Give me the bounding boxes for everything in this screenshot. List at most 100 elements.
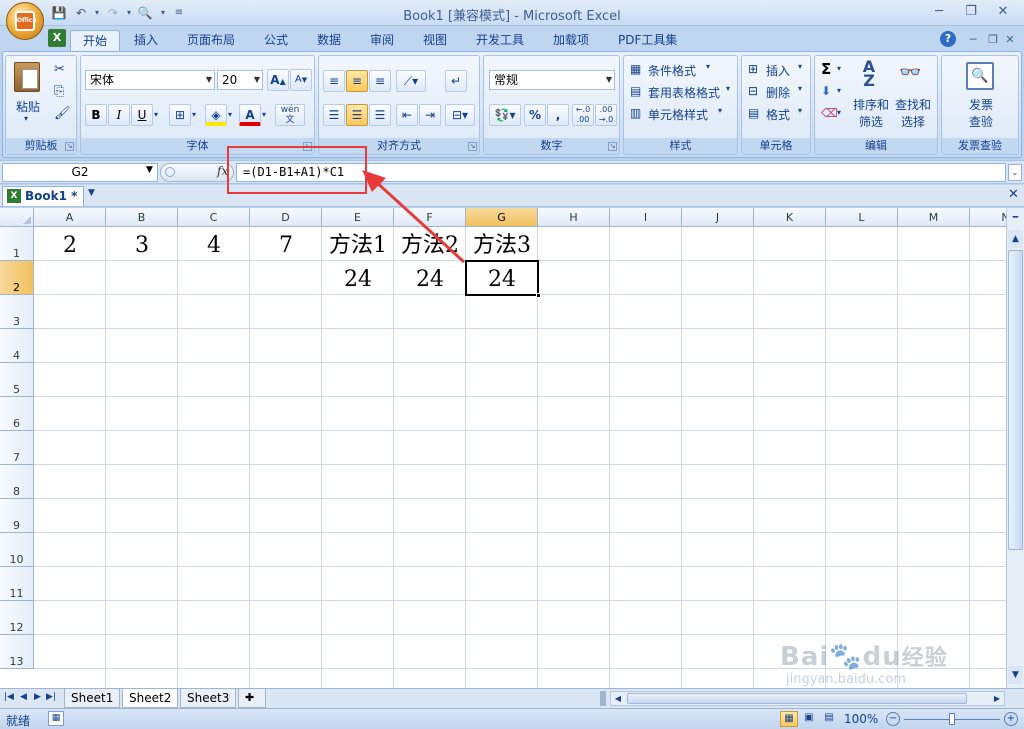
row-header-5[interactable]: 5	[0, 363, 34, 397]
decrease-indent-icon[interactable]: ⇤	[396, 104, 418, 126]
row-header-1[interactable]: 1	[0, 227, 34, 261]
scroll-right-icon[interactable]: ▶	[990, 692, 1004, 705]
delete-cells-button[interactable]: 删除	[766, 84, 790, 101]
clipboard-launcher-icon[interactable]: ↘	[65, 142, 74, 151]
font-color-icon[interactable]: A	[239, 104, 261, 126]
formula-bar-handle-icon[interactable]	[165, 167, 175, 177]
sheet-tab-3[interactable]: Sheet3	[180, 689, 237, 708]
find-select-label-2[interactable]: 选择	[893, 113, 933, 130]
tab-formulas[interactable]: 公式	[252, 30, 300, 51]
autosum-icon[interactable]: Σ	[821, 60, 831, 78]
increase-indent-icon[interactable]: ⇥	[419, 104, 441, 126]
cell-d1[interactable]: 7	[250, 229, 322, 263]
format-as-table-dropdown-icon[interactable]: ▾	[726, 84, 730, 93]
scroll-up-icon[interactable]: ▲	[1008, 230, 1023, 248]
row-header-2[interactable]: 2	[0, 261, 34, 295]
bold-button[interactable]: B	[85, 104, 107, 126]
phonetic-guide-icon[interactable]: wén 文	[275, 104, 305, 126]
paste-icon[interactable]	[14, 62, 40, 92]
fill-dropdown-icon[interactable]: ▾	[837, 86, 841, 95]
format-as-table-button[interactable]: 套用表格格式	[648, 84, 720, 101]
sort-filter-icon[interactable]: AZ	[855, 59, 883, 90]
fill-icon[interactable]: ⬇	[821, 84, 831, 98]
sort-filter-label-1[interactable]: 排序和	[851, 96, 891, 113]
normal-view-icon[interactable]: ▦	[780, 711, 798, 727]
align-left-icon[interactable]: ☰	[323, 104, 345, 126]
font-size-combo[interactable]: 20 ▼	[217, 70, 263, 90]
vertical-scrollbar[interactable]: ━ ▲ ▼	[1006, 208, 1024, 688]
zoom-out-icon[interactable]: −	[886, 712, 900, 726]
format-cells-icon[interactable]: ▤	[748, 106, 759, 120]
insert-cells-button[interactable]: 插入	[766, 62, 790, 79]
workbook-tab-dropdown-icon[interactable]: ▼	[88, 188, 95, 198]
invoice-check-label-2[interactable]: 查验	[942, 113, 1020, 130]
paste-label[interactable]: 粘贴	[10, 98, 46, 115]
percent-style-button[interactable]: %	[524, 104, 546, 126]
font-color-dropdown-icon[interactable]: ▾	[262, 110, 266, 119]
minimize-button[interactable]: ─	[926, 2, 952, 22]
horizontal-scroll-thumb[interactable]	[627, 693, 967, 704]
macro-record-icon[interactable]: ▦	[48, 711, 64, 726]
name-box[interactable]: G2	[2, 163, 158, 182]
office-button[interactable]: Office	[6, 2, 44, 40]
conditional-format-dropdown-icon[interactable]: ▾	[706, 62, 710, 71]
row-header-8[interactable]: 8	[0, 465, 34, 499]
scroll-down-icon[interactable]: ▼	[1008, 666, 1023, 684]
wrap-text-icon[interactable]: ↵	[445, 70, 467, 92]
find-select-icon[interactable]: 👓	[899, 62, 921, 83]
restore-button[interactable]: ❐	[958, 2, 984, 22]
row-header-6[interactable]: 6	[0, 397, 34, 431]
row-header-10[interactable]: 10	[0, 533, 34, 567]
cell-styles-icon[interactable]: ▥	[630, 106, 641, 120]
grow-font-icon[interactable]: A▲	[267, 69, 289, 91]
cell-styles-button[interactable]: 单元格样式	[648, 106, 708, 123]
alignment-launcher-icon[interactable]: ↘	[468, 142, 477, 151]
cell-b1[interactable]: 3	[106, 229, 178, 263]
decrease-decimal-icon[interactable]: .00 →.0	[595, 104, 617, 126]
row-header-4[interactable]: 4	[0, 329, 34, 363]
save-icon[interactable]: 💾	[50, 4, 68, 22]
conditional-format-icon[interactable]: ▦	[630, 62, 641, 76]
tab-data[interactable]: 数据	[305, 30, 353, 51]
align-bottom-icon[interactable]: ≡	[369, 70, 391, 92]
row-header-7[interactable]: 7	[0, 431, 34, 465]
first-sheet-icon[interactable]: |◀	[4, 692, 14, 702]
paste-dropdown-icon[interactable]: ▾	[24, 114, 28, 123]
accounting-format-icon[interactable]: 💱▾	[489, 104, 521, 126]
clear-dropdown-icon[interactable]: ▾	[837, 108, 841, 117]
insert-cells-icon[interactable]: ⊞	[748, 62, 758, 76]
sheet-tab-2[interactable]: Sheet2	[122, 689, 179, 708]
increase-decimal-icon[interactable]: ←.0.00	[572, 104, 594, 126]
tab-review[interactable]: 审阅	[358, 30, 406, 51]
column-header-m[interactable]: M	[898, 208, 970, 227]
help-icon[interactable]: ?	[940, 31, 956, 47]
tab-pdf-tools[interactable]: PDF工具集	[606, 30, 689, 51]
italic-button[interactable]: I	[108, 104, 130, 126]
clear-icon[interactable]: ⌫	[821, 106, 838, 120]
align-middle-icon[interactable]: ≡	[346, 70, 368, 92]
column-header-c[interactable]: C	[178, 208, 250, 227]
borders-icon[interactable]: ⊞	[169, 104, 191, 126]
orientation-icon[interactable]: ⟋▾	[396, 70, 426, 92]
column-header-i[interactable]: I	[610, 208, 682, 227]
fill-color-icon[interactable]: ◈	[205, 104, 227, 126]
tab-view[interactable]: 视图	[411, 30, 459, 51]
delete-cells-icon[interactable]: ⊟	[748, 84, 758, 98]
column-header-k[interactable]: K	[754, 208, 826, 227]
autosum-dropdown-icon[interactable]: ▾	[837, 64, 841, 73]
tab-split-handle[interactable]	[600, 691, 606, 706]
zoom-slider-thumb[interactable]	[949, 713, 955, 725]
format-cells-dropdown-icon[interactable]: ▾	[798, 106, 802, 115]
page-layout-view-icon[interactable]: ▣	[800, 711, 818, 727]
tab-page-layout[interactable]: 页面布局	[175, 30, 247, 51]
insert-sheet-icon[interactable]: ✚	[238, 689, 266, 708]
cut-icon[interactable]: ✂	[54, 62, 65, 77]
align-center-icon[interactable]: ☰	[346, 104, 368, 126]
column-header-j[interactable]: J	[682, 208, 754, 227]
row-header-9[interactable]: 9	[0, 499, 34, 533]
cell-g1[interactable]: 方法3	[466, 229, 538, 263]
copy-icon[interactable]: ⎘	[54, 84, 64, 99]
row-header-13[interactable]: 13	[0, 635, 34, 669]
number-format-combo[interactable]: 常规 ▼	[489, 70, 615, 90]
conditional-format-button[interactable]: 条件格式	[648, 62, 696, 79]
